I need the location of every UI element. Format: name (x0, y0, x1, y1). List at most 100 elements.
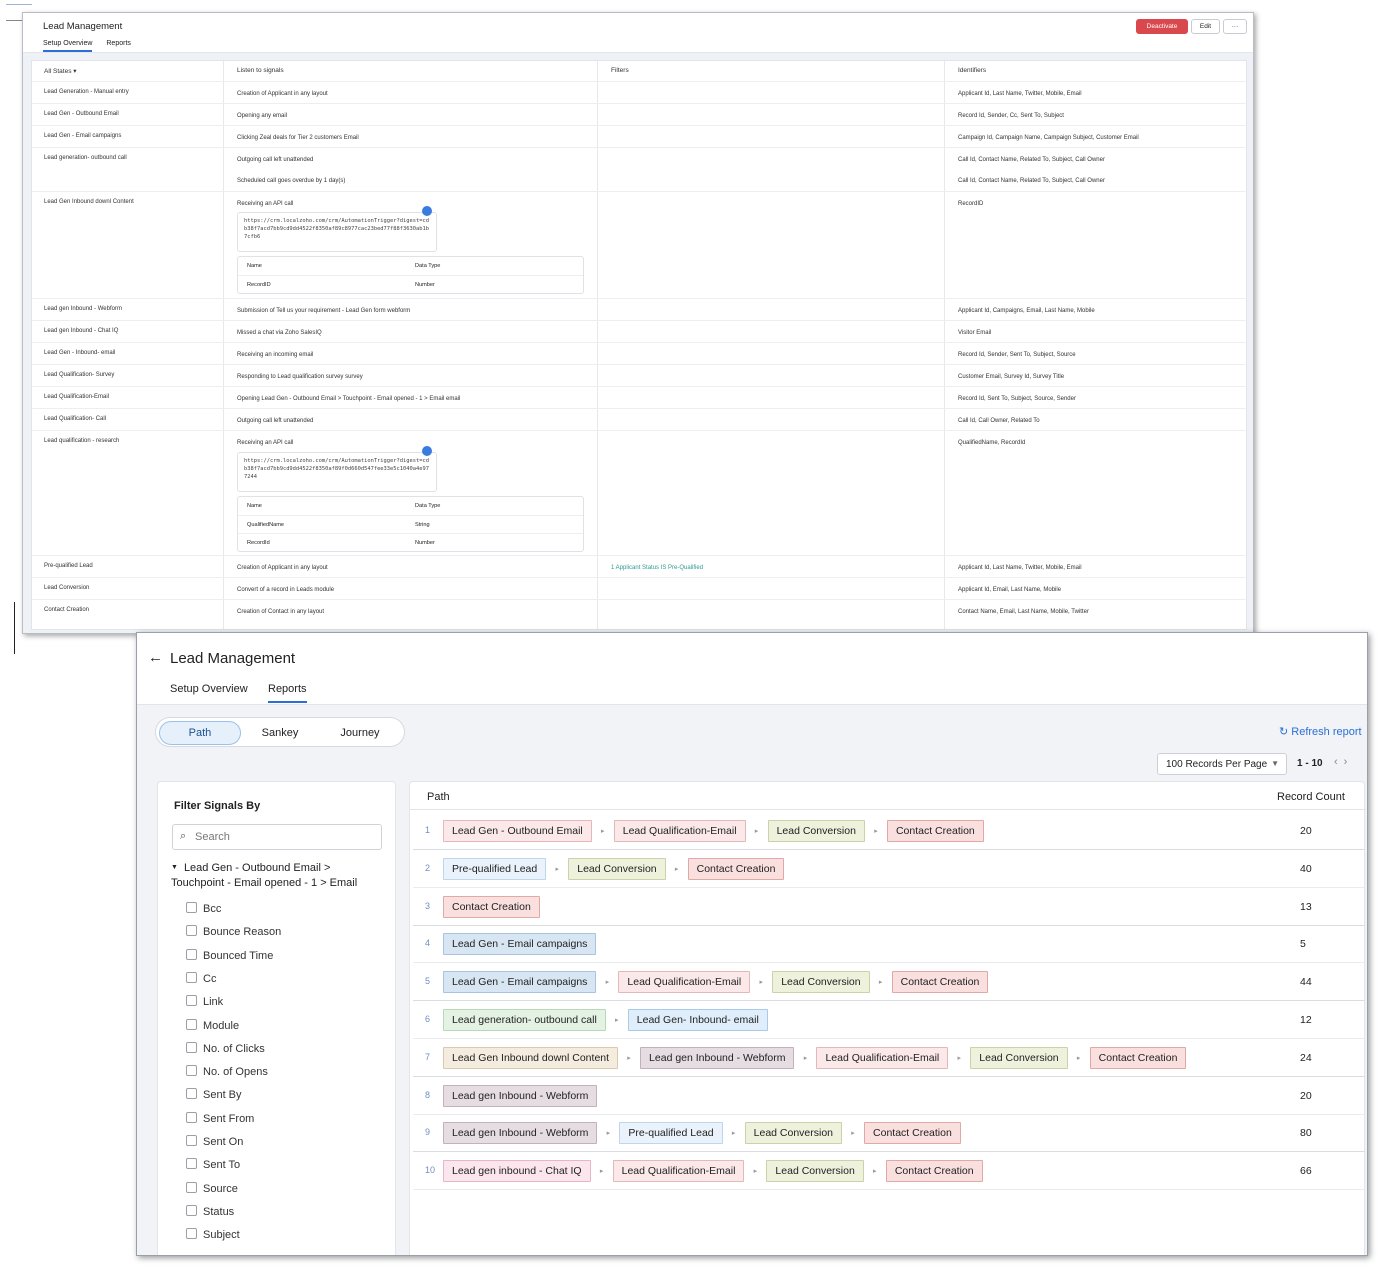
back-arrow-icon[interactable]: ← (148, 649, 163, 666)
next-page-icon[interactable]: › (1344, 756, 1354, 768)
copy-icon[interactable] (422, 446, 432, 456)
path-step-chip[interactable]: Lead Qualification-Email (613, 820, 746, 842)
caret-down-icon: ▼ (1271, 759, 1279, 768)
reports-window: ← Lead Management Setup Overview Reports… (136, 632, 1368, 1256)
table-row[interactable]: 10 Lead gen inbound - Chat IQ ▸ Lead Qualif… (413, 1152, 1365, 1191)
table-row[interactable]: 6 Lead generation- outbound call ▸ Lead Gen… (413, 1001, 1365, 1039)
path-step-chip[interactable]: Lead Gen - Email campaigns (443, 971, 597, 994)
refresh-report-button[interactable]: ↻ Refresh report (1279, 725, 1362, 738)
records-per-page-select[interactable]: 100 Records Per Page ▼ (1157, 753, 1287, 775)
path-step-chip[interactable]: Pre-qualified Lead (619, 1122, 723, 1145)
checkbox-icon[interactable] (186, 1088, 197, 1100)
path-step-chip[interactable]: Lead Qualification-Email (816, 1046, 949, 1069)
filter-field-checkbox[interactable]: Link (186, 995, 223, 1008)
checkbox-icon[interactable] (186, 925, 197, 937)
checkbox-icon[interactable] (186, 995, 197, 1007)
checkbox-icon[interactable] (186, 1181, 197, 1193)
filter-field-checkbox[interactable]: Sent By (186, 1088, 242, 1101)
table-row[interactable]: 1 Lead Gen - Outbound Email ▸ Lead Qualific… (413, 812, 1365, 850)
tab-setup-overview[interactable]: Setup Overview (43, 40, 93, 52)
path-step-chip[interactable]: Lead Gen - Email campaigns (443, 933, 597, 956)
signals-table: All States ▾ Listen to signals Filters I… (31, 60, 1248, 630)
checkbox-icon[interactable] (186, 1018, 197, 1030)
arrow-right-icon: ▸ (731, 1130, 736, 1138)
checkbox-icon[interactable] (186, 1111, 197, 1123)
filter-field-checkbox[interactable]: Sent To (186, 1158, 240, 1171)
filter-field-checkbox[interactable]: Bounce Reason (186, 925, 281, 938)
path-step-chip[interactable]: Lead Qualification-Email (612, 1160, 745, 1183)
table-row: Scheduled call goes overdue by 1 day(s) C… (32, 169, 1248, 191)
segment-journey[interactable]: Journey (319, 721, 401, 745)
path-step-chip[interactable]: Lead Gen - Outbound Email (443, 820, 592, 842)
filter-field-checkbox[interactable]: No. of Clicks (186, 1041, 265, 1055)
filter-field-checkbox[interactable]: Bcc (186, 902, 221, 915)
path-step-chip[interactable]: Lead Qualification-Email (618, 971, 751, 994)
segment-sankey[interactable]: Sankey (239, 721, 321, 745)
table-row[interactable]: 5 Lead Gen - Email campaigns ▸ Lead Qualifi… (413, 963, 1365, 1002)
checkbox-icon[interactable] (186, 902, 197, 913)
filter-field-checkbox[interactable]: No. of Opens (186, 1065, 268, 1078)
path-step-chip[interactable]: Pre-qualified Lead (443, 857, 547, 880)
tab-setup-overview[interactable]: Setup Overview (170, 683, 248, 701)
copy-icon[interactable] (422, 206, 432, 216)
path-step-chip[interactable]: Contact Creation (443, 895, 540, 918)
checkbox-icon[interactable] (186, 1041, 197, 1053)
path-step-chip[interactable]: Lead Conversion (970, 1046, 1068, 1069)
filter-field-checkbox[interactable]: Sent From (186, 1111, 254, 1125)
edit-button[interactable]: Edit (1191, 19, 1220, 34)
states-dropdown[interactable]: All States ▾ (44, 67, 77, 75)
table-row[interactable]: 2 Pre-qualified Lead ▸ Lead Conversion ▸ Cont… (413, 850, 1365, 888)
path-step-chip[interactable]: Lead Gen- Inbound- email (627, 1009, 768, 1031)
path-step-chip[interactable]: Contact Creation (886, 820, 984, 842)
checkbox-icon[interactable] (186, 1158, 197, 1170)
path-step-chip[interactable]: Lead gen Inbound - Webform (640, 1046, 795, 1069)
path-step-chip[interactable]: Lead gen Inbound - Webform (443, 1084, 598, 1107)
path-step-chip[interactable]: Contact Creation (885, 1160, 983, 1183)
path-step-chip[interactable]: Lead gen inbound - Chat IQ (443, 1160, 591, 1183)
path-step-chip[interactable]: Lead Conversion (767, 820, 865, 842)
filter-field-checkbox[interactable]: Bounced Time (186, 948, 273, 962)
tab-bar: Setup Overview Reports (43, 40, 143, 52)
field-label: Sent By (203, 1089, 242, 1102)
checkbox-icon[interactable] (186, 971, 197, 983)
path-step-chip[interactable]: Lead gen Inbound - Webform (443, 1122, 598, 1145)
search-input[interactable]: ⌕ Search (172, 824, 382, 850)
table-row: Lead Gen Inbound downl Content Receiving … (32, 191, 1248, 298)
prev-page-icon[interactable]: ‹ (1334, 756, 1344, 768)
path-step-chip[interactable]: Contact Creation (687, 857, 785, 880)
tab-reports[interactable]: Reports (106, 40, 131, 50)
path-step-chip[interactable]: Lead Conversion (766, 1160, 864, 1183)
segment-path[interactable]: Path (159, 721, 241, 745)
filter-field-checkbox[interactable]: Subject (186, 1228, 240, 1241)
table-row[interactable]: 9 Lead gen Inbound - Webform ▸ Pre-qualifie… (413, 1114, 1365, 1153)
arrow-right-icon: ▸ (615, 1017, 619, 1024)
checkbox-icon[interactable] (186, 948, 197, 960)
more-button[interactable]: ··· (1223, 19, 1247, 34)
path-step-chip[interactable]: Lead Conversion (744, 1122, 843, 1145)
filter-field-checkbox[interactable]: Status (186, 1204, 234, 1218)
checkbox-icon[interactable] (186, 1065, 197, 1077)
table-row[interactable]: 3 Contact Creation 13 (413, 888, 1365, 926)
filter-field-checkbox[interactable]: Module (186, 1018, 239, 1032)
path-step-chip[interactable]: Lead Gen Inbound downl Content (443, 1046, 619, 1069)
filter-field-checkbox[interactable]: Sent On (186, 1135, 243, 1148)
tab-reports[interactable]: Reports (268, 683, 307, 703)
path-step-chip[interactable]: Lead generation- outbound call (443, 1009, 606, 1031)
path-step-chip[interactable]: Contact Creation (864, 1122, 961, 1145)
filter-field-checkbox[interactable]: Cc (186, 971, 216, 985)
filter-field-checkbox[interactable]: Source (186, 1181, 238, 1195)
record-count: 66 (1300, 1165, 1312, 1178)
path-step-chip[interactable]: Contact Creation (891, 971, 989, 994)
path-step-chip[interactable]: Lead Conversion (568, 857, 666, 880)
deactivate-button[interactable]: Deactivate (1136, 19, 1188, 34)
checkbox-icon[interactable] (186, 1135, 197, 1146)
signal-group-toggle[interactable]: ▼ Lead Gen - Outbound Email > Touchpoint … (171, 860, 386, 891)
page-title: Lead Management (43, 21, 123, 32)
checkbox-icon[interactable] (186, 1228, 197, 1240)
table-row[interactable]: 8 Lead gen Inbound - Webform 20 (413, 1077, 1365, 1115)
path-step-chip[interactable]: Contact Creation (1089, 1046, 1187, 1069)
path-step-chip[interactable]: Lead Conversion (772, 971, 870, 994)
table-row[interactable]: 7 Lead Gen Inbound downl Content ▸ Lead gen… (413, 1039, 1365, 1077)
table-row[interactable]: 4 Lead Gen - Email campaigns 5 (413, 925, 1365, 964)
checkbox-icon[interactable] (186, 1204, 197, 1216)
